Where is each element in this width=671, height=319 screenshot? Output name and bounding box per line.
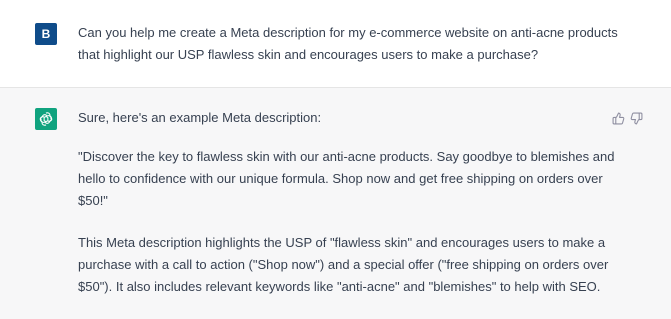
user-message-row: B Can you help me create a Meta descript… [0, 0, 671, 88]
assistant-paragraph-explanation: This Meta description highlights the USP… [78, 235, 609, 294]
user-avatar-letter: B [41, 27, 51, 41]
assistant-paragraph-example: "Discover the key to flawless skin with … [78, 149, 615, 208]
thumbs-up-icon[interactable] [610, 110, 626, 126]
openai-logo-icon [35, 108, 57, 130]
user-avatar: B [35, 23, 57, 45]
assistant-paragraph-intro: Sure, here's an example Meta description… [78, 110, 322, 125]
assistant-message-row: Sure, here's an example Meta description… [0, 88, 671, 319]
thumbs-down-icon[interactable] [628, 110, 644, 126]
user-message-text: Can you help me create a Meta descriptio… [78, 25, 618, 62]
